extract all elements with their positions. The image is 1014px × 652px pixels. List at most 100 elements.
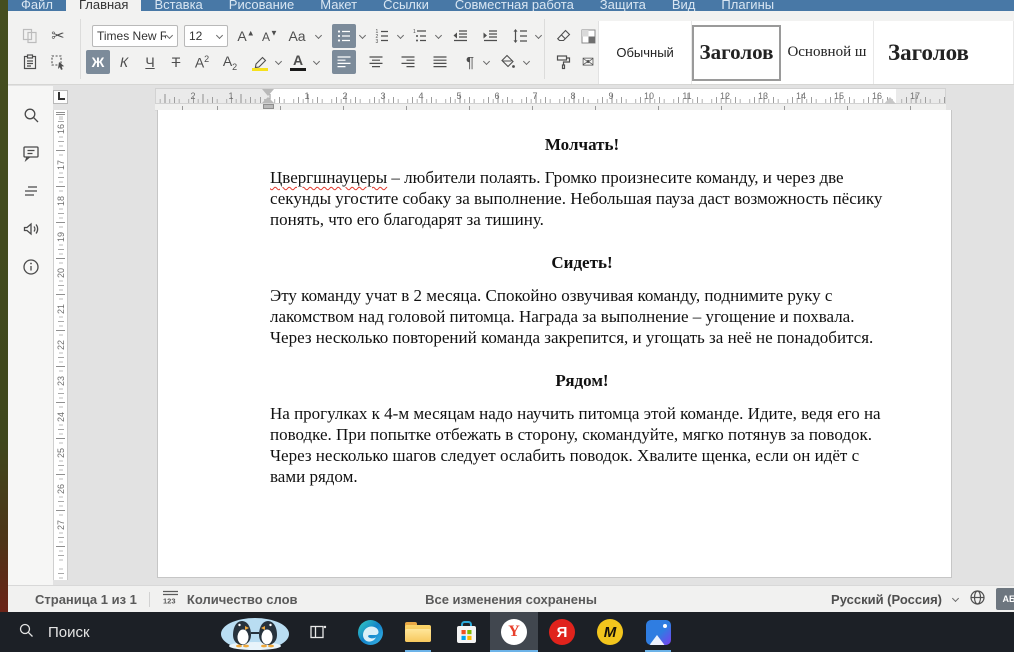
ruler-number: 20 [56,266,66,281]
navigation-button[interactable] [18,180,44,206]
change-case-menu[interactable] [312,24,324,48]
comments-button[interactable] [18,142,44,168]
paste-button[interactable] [18,50,42,74]
document-page[interactable]: Молчать! Цвергшнауцеры – любители полаят… [157,110,952,578]
penguins-sticker[interactable] [218,613,292,651]
formatting-marks-button[interactable]: ¶ [460,50,480,74]
multilevel-list-button[interactable]: 1 [408,24,432,48]
shrink-font-icon: A▼ [262,28,278,44]
superscript-icon: А2 [194,53,210,71]
highlight-color-button[interactable] [248,50,272,74]
search-button[interactable] [18,104,44,130]
doc-paragraph: На прогулках к 4-м месяцам надо научить … [270,404,881,486]
taskbar-edge[interactable] [346,612,394,652]
align-right-button[interactable] [396,50,420,74]
line-spacing-icon [512,28,528,44]
taskbar-file-explorer[interactable] [394,612,442,652]
ruler-number: 5 [456,91,462,101]
shading-button[interactable] [576,24,600,48]
ruler-ticks [156,89,945,103]
ruler-number: 11 [682,91,692,101]
bullet-list-menu[interactable] [356,24,368,48]
vertical-ruler[interactable]: 16 17 18 19 20 21 22 23 24 25 26 27 [53,110,68,580]
font-color-button[interactable]: А [286,50,310,74]
globe-icon[interactable] [969,589,986,609]
taskbar-yandex-browser[interactable]: Y [490,612,538,652]
ruler-number: 26 [56,482,66,497]
announcements-button[interactable] [18,218,44,244]
copy-button[interactable] [18,24,42,48]
align-center-button[interactable] [364,50,388,74]
pilcrow-icon: ¶ [465,53,475,71]
paragraph-fill-button[interactable] [496,50,520,74]
comment-icon [22,144,40,167]
font-color-menu[interactable] [310,50,322,74]
mail-merge-button[interactable]: ✉ [576,50,600,74]
align-left-button[interactable] [332,50,356,74]
language-selector[interactable]: Русский (Россия) [831,592,942,607]
ruler-number: 24 [56,410,66,425]
taskbar-store[interactable] [442,612,490,652]
font-size-select[interactable]: 12 [184,25,228,47]
taskbar-search[interactable]: Поиск [0,622,200,642]
numbered-list-button[interactable]: 123 [370,24,394,48]
doc-heading: Молчать! [544,135,620,154]
grow-font-icon: A▲ [237,28,255,44]
ruler-number: 21 [56,302,66,317]
menu-bar: Файл Главная Вставка Рисование Макет Ссы… [8,0,1014,22]
chevron-down-icon [359,33,366,40]
line-spacing-button[interactable] [508,24,532,48]
highlight-color-menu[interactable] [272,50,284,74]
paint-roller-icon [556,54,572,70]
tab-type-icon [56,88,66,106]
ruler-number: 4 [418,91,424,101]
strikethrough-button[interactable]: Т [164,50,188,74]
underline-button[interactable]: Ч [138,50,162,74]
fill-bucket-icon [500,54,516,70]
cut-button[interactable]: ✂ [46,24,70,48]
font-color-swatch [290,68,306,71]
grow-font-button[interactable]: A▲ [234,24,258,48]
increase-indent-button[interactable] [478,24,502,48]
paragraph-fill-menu[interactable] [520,50,532,74]
task-view-button[interactable] [306,620,330,644]
doc-paragraph: Цвергшнауцеры – любители полаять. Громко… [270,168,883,229]
style-normal[interactable]: Обычный [599,21,693,84]
tab-stop-selector[interactable] [53,90,68,104]
document-text[interactable]: Молчать! Цвергшнауцеры – любители полаят… [270,134,894,487]
left-indent-handle[interactable] [263,104,274,109]
taskbar-myoffice[interactable]: M [586,612,634,652]
style-body-font[interactable]: Основной ш [781,21,874,84]
taskbar-photos[interactable] [634,612,682,652]
first-line-indent-marker[interactable] [262,89,274,96]
numbered-list-menu[interactable] [394,24,406,48]
right-indent-marker[interactable] [884,97,896,104]
justify-button[interactable] [428,50,452,74]
bold-button[interactable]: Ж [86,50,110,74]
change-case-button[interactable]: Aa [282,24,312,48]
align-left-icon [336,54,352,70]
multilevel-list-menu[interactable] [432,24,444,48]
italic-button[interactable]: К [112,50,136,74]
style-heading-2[interactable]: Заголов [874,21,1014,84]
ruler-number: 17 [909,91,920,101]
line-spacing-menu[interactable] [532,24,544,48]
clear-formatting-button[interactable] [552,24,576,48]
decrease-indent-button[interactable] [448,24,472,48]
formatting-marks-menu[interactable] [480,50,492,74]
chevron-down-icon[interactable] [952,596,959,603]
taskbar-yandex[interactable]: Я [538,612,586,652]
chevron-down-icon [435,33,442,40]
format-painter-button[interactable] [552,50,576,74]
info-button[interactable] [18,256,44,282]
shrink-font-button[interactable]: A▼ [258,24,282,48]
left-indent-marker[interactable] [262,97,274,103]
superscript-button[interactable]: А2 [190,50,214,74]
select-button[interactable] [46,50,70,74]
font-family-select[interactable]: Times New R [92,25,178,47]
subscript-button[interactable]: А2 [218,50,242,74]
spellcheck-badge[interactable]: АБ [996,588,1014,610]
bullet-list-button[interactable] [332,24,356,48]
style-heading-selected[interactable]: Заголов [692,24,781,81]
font-color-icon: А [292,52,304,68]
